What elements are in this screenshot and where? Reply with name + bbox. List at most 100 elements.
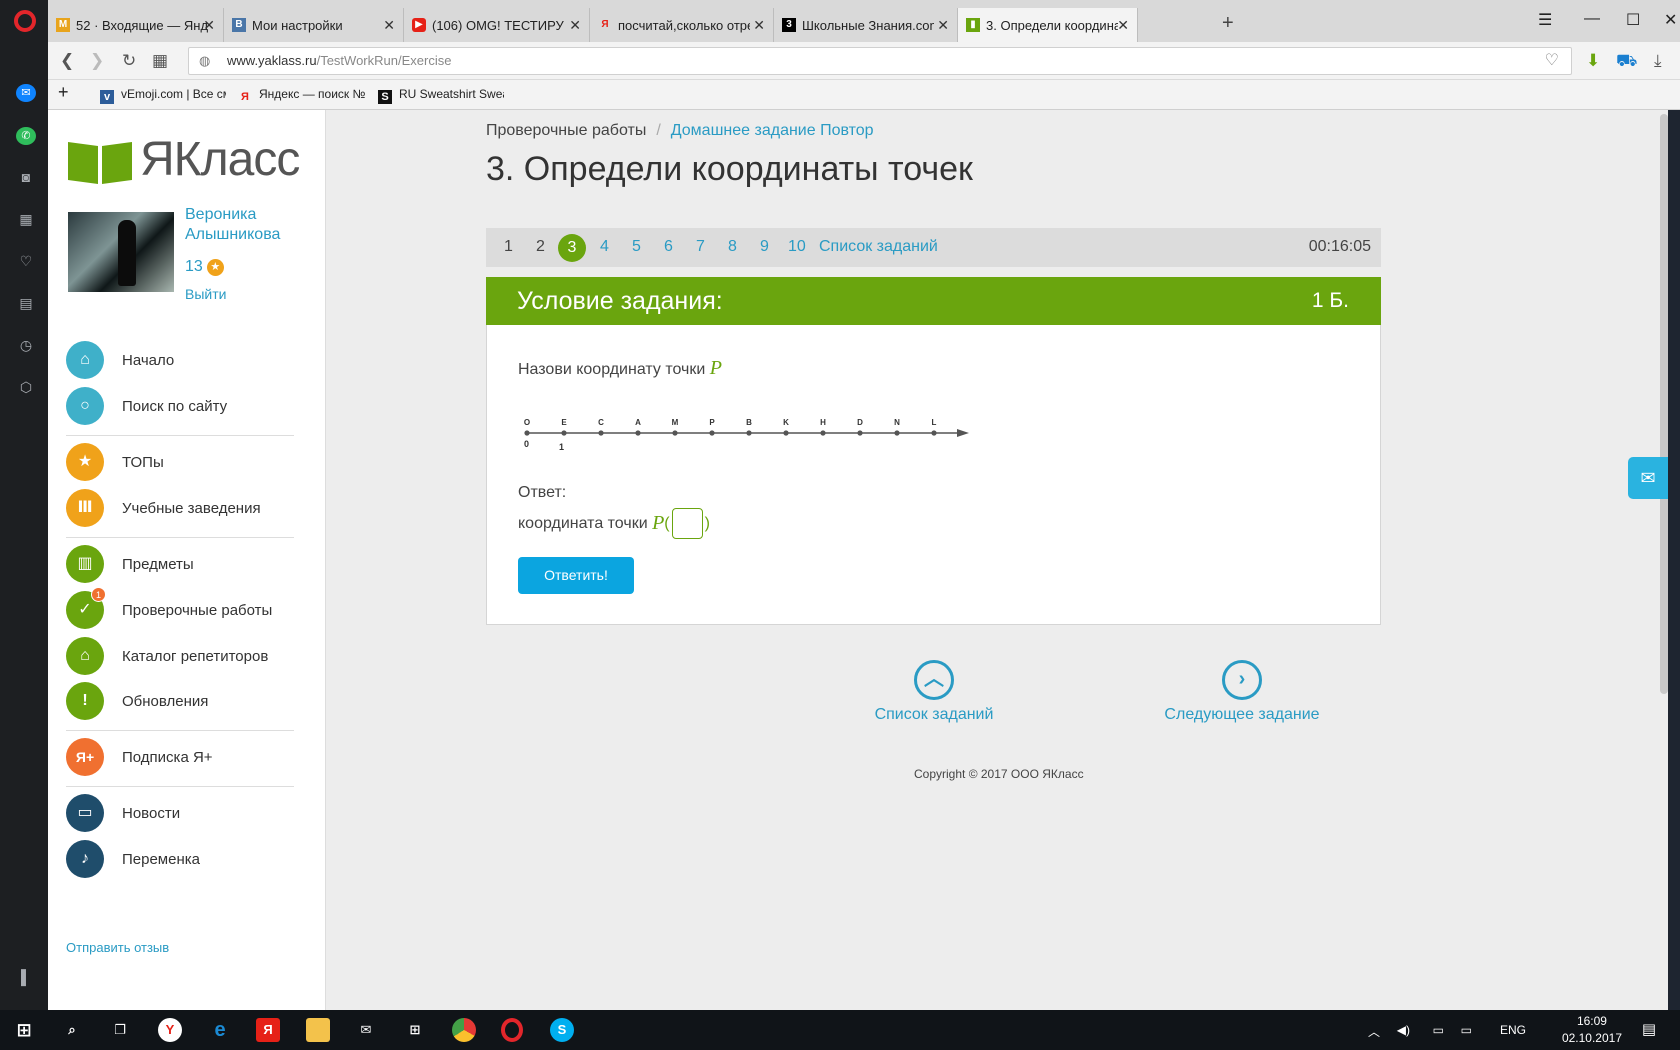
tiles-icon[interactable]: ▦ xyxy=(152,51,168,71)
page-link[interactable]: 9 xyxy=(760,238,769,256)
tab-mail[interactable]: M 52 · Входящие — Яндекс.Почта ✕ xyxy=(48,8,224,42)
tab-yandex[interactable]: Я посчитай,сколько отрезков ✕ xyxy=(590,8,774,42)
menu-item-institutions[interactable]: Ⅲ Учебные заведения xyxy=(66,489,296,529)
page-link[interactable]: 6 xyxy=(664,238,673,256)
task-list-link[interactable]: Список заданий xyxy=(819,238,938,256)
coordinate-input[interactable] xyxy=(671,508,703,539)
windows-start-icon[interactable]: ⊞ xyxy=(12,1018,36,1042)
scrollbar[interactable] xyxy=(1660,114,1668,694)
cart-icon[interactable]: ⛟ xyxy=(1616,51,1637,73)
yandex-browser-icon[interactable]: Y xyxy=(158,1018,182,1042)
logout-link[interactable]: Выйти xyxy=(185,286,226,302)
volume-icon[interactable]: ◀) xyxy=(1397,1023,1410,1037)
feedback-mail-icon[interactable]: ✉ xyxy=(1628,457,1668,499)
feedback-link[interactable]: Отправить отзыв xyxy=(66,940,169,955)
extensions-icon[interactable]: ⬡ xyxy=(16,378,36,396)
keyboard-icon[interactable]: ▭ xyxy=(1433,1023,1444,1037)
tab-vk[interactable]: B Мои настройки ✕ xyxy=(224,8,404,42)
menu-item-subscription[interactable]: Я+ Подписка Я+ xyxy=(66,738,296,778)
maximize-icon[interactable]: ☐ xyxy=(1626,10,1640,30)
file-explorer-icon[interactable] xyxy=(306,1018,330,1042)
window-close-icon[interactable]: ✕ xyxy=(1664,10,1677,30)
close-icon[interactable]: ✕ xyxy=(753,17,765,34)
downloads-icon[interactable]: ⤓ xyxy=(1654,51,1662,71)
menu-item-updates[interactable]: ! Обновления xyxy=(66,682,296,722)
tab-yaklass[interactable]: ▮ 3. Определи координаты то ✕ xyxy=(958,8,1138,42)
tab-youtube[interactable]: ▶ (106) OMG! ТЕСТИРУЮ САМ ✕ xyxy=(404,8,590,42)
tab-znanija[interactable]: 3 Школьные Знания.com - Реш ✕ xyxy=(774,8,958,42)
close-icon[interactable]: ✕ xyxy=(569,17,581,34)
screen: ✉ ✆ ◙ ▦ ♡ ▤ ◷ ⬡ ▌ M 52 · Входящие — Янде… xyxy=(0,0,1680,1050)
menu-item-tests[interactable]: ✓ 1 Проверочные работы xyxy=(66,587,296,631)
menu-item-break[interactable]: ♪ Переменка xyxy=(66,840,296,880)
language-indicator[interactable]: ENG xyxy=(1500,1023,1526,1037)
history-icon[interactable]: ◷ xyxy=(16,336,36,354)
close-icon[interactable]: ✕ xyxy=(203,17,215,34)
task-view-icon[interactable]: ❐ xyxy=(108,1018,132,1042)
task-list-nav[interactable]: ︿ Список заданий xyxy=(868,660,1000,724)
search-icon[interactable]: ⌕ xyxy=(60,1018,84,1042)
chrome-icon[interactable] xyxy=(452,1018,476,1042)
back-icon[interactable]: ❮ xyxy=(60,51,74,71)
messenger-icon[interactable]: ✉ xyxy=(16,84,36,102)
news-icon[interactable]: ▤ xyxy=(16,294,36,312)
edge-icon[interactable]: e xyxy=(208,1018,232,1042)
user-last-name[interactable]: Алышникова xyxy=(185,226,280,244)
reload-icon[interactable]: ↻ xyxy=(122,51,136,71)
page-link[interactable]: 8 xyxy=(728,238,737,256)
clock[interactable]: 16:09 02.10.2017 xyxy=(1562,1013,1622,1047)
avatar[interactable] xyxy=(68,212,174,292)
speed-dial-icon[interactable]: ▦ xyxy=(16,210,36,228)
page-link[interactable]: 5 xyxy=(632,238,641,256)
whatsapp-icon[interactable]: ✆ xyxy=(16,127,36,145)
breadcrumb-root[interactable]: Проверочные работы xyxy=(486,122,646,139)
forward-icon[interactable]: ❯ xyxy=(90,51,104,71)
breadcrumb-current[interactable]: Домашнее задание Повтор xyxy=(671,122,874,139)
yaklass-logo[interactable]: ЯКласс xyxy=(68,133,308,186)
page-link[interactable]: 2 xyxy=(536,238,545,256)
page-link-current[interactable]: 3 xyxy=(558,234,586,262)
download-arrow-icon[interactable]: ⬇ xyxy=(1586,51,1600,71)
bookmark-yandex[interactable]: Я Яндекс — поиск № xyxy=(238,87,368,104)
submit-answer-button[interactable]: Ответить! xyxy=(518,557,634,594)
close-icon[interactable]: ✕ xyxy=(1117,17,1129,34)
menu-item-search[interactable]: ○ Поиск по сайту xyxy=(66,387,296,427)
camera-icon[interactable]: ◙ xyxy=(16,168,36,186)
yandex-icon[interactable]: Я xyxy=(256,1018,280,1042)
notifications-icon[interactable]: ▤ xyxy=(1642,1020,1656,1038)
mail-icon[interactable]: ✉ xyxy=(354,1018,378,1042)
page-link[interactable]: 10 xyxy=(788,238,806,256)
new-tab-icon[interactable]: + xyxy=(1222,12,1234,35)
menu-item-home[interactable]: ⌂ Начало xyxy=(66,341,296,381)
menu-item-news[interactable]: ▭ Новости xyxy=(66,794,296,834)
menu-item-tops[interactable]: ★ ТОПы xyxy=(66,443,296,483)
user-first-name[interactable]: Вероника xyxy=(185,206,256,224)
bookmark-vemoji[interactable]: v vEmoji.com | Все смайл xyxy=(100,87,226,104)
url-field[interactable]: ◍ www.yaklass.ru/TestWorkRun/Exercise ♡ xyxy=(188,47,1572,75)
close-icon[interactable]: ✕ xyxy=(383,17,395,34)
network-icon[interactable]: ▭ xyxy=(1461,1023,1472,1037)
bookmark-sweatshirt[interactable]: S RU Sweatshirt Sweat xyxy=(378,87,504,104)
page-link[interactable]: 1 xyxy=(504,238,513,256)
heart-icon[interactable]: ♡ xyxy=(16,252,36,270)
menu-item-tutors[interactable]: ⌂ Каталог репетиторов xyxy=(66,637,296,677)
tab-menu-icon[interactable]: ☰ xyxy=(1538,10,1552,30)
opera-logo-icon[interactable] xyxy=(14,10,36,32)
opera-icon[interactable] xyxy=(501,1018,523,1042)
opera-sidebar: ✉ ✆ ◙ ▦ ♡ ▤ ◷ ⬡ ▌ xyxy=(0,0,48,1010)
skype-icon[interactable]: S xyxy=(550,1018,574,1042)
sidebar-toggle-icon[interactable]: ▌ xyxy=(16,968,36,986)
tray-chevron-icon[interactable]: ︿ xyxy=(1368,1023,1380,1040)
bookmark-heart-icon[interactable]: ♡ xyxy=(1545,48,1559,74)
minimize-icon[interactable]: — xyxy=(1584,10,1600,28)
next-task-nav[interactable]: › Следующее задание xyxy=(1164,660,1320,724)
page-link[interactable]: 4 xyxy=(600,238,609,256)
menu-label: Предметы xyxy=(122,556,194,573)
page-link[interactable]: 7 xyxy=(696,238,705,256)
store-icon[interactable]: ⊞ xyxy=(403,1018,427,1042)
add-bookmark-icon[interactable]: + xyxy=(58,82,69,103)
menu-item-subjects[interactable]: ▥ Предметы xyxy=(66,545,296,585)
close-icon[interactable]: ✕ xyxy=(937,17,949,34)
star-icon: ★ xyxy=(206,259,224,276)
variable-name: P xyxy=(709,357,722,379)
